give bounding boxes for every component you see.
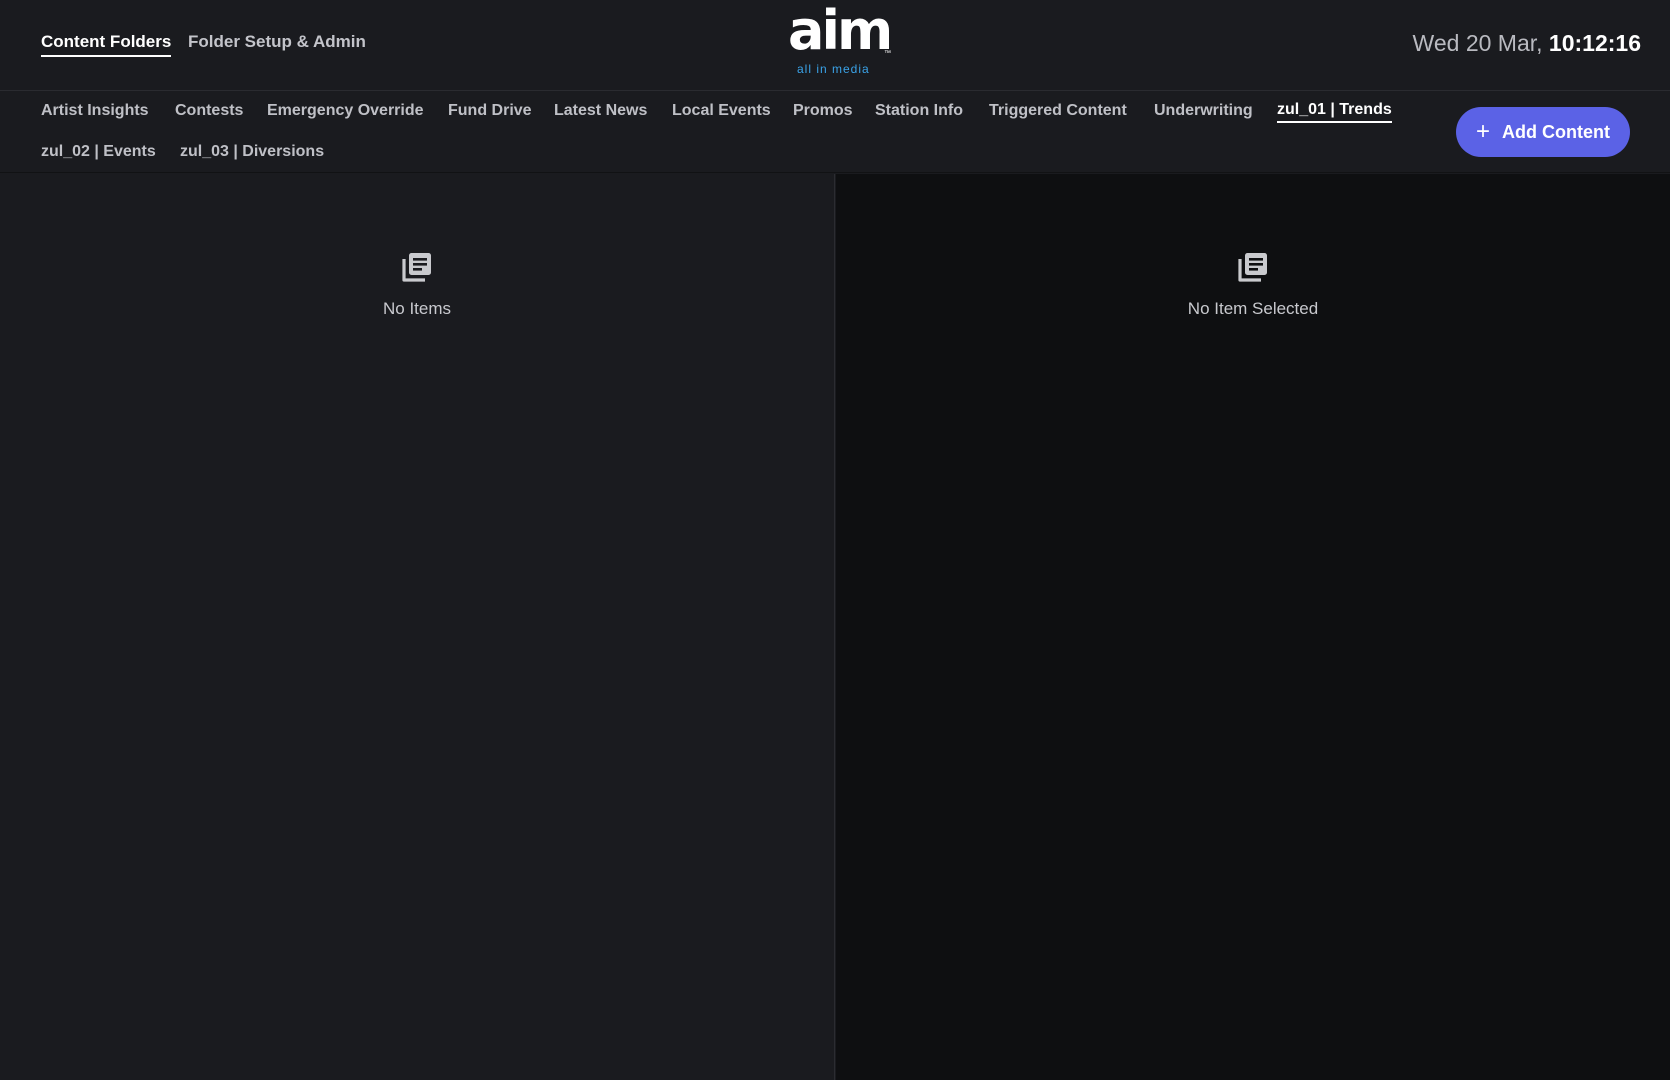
app-window: Content Folders Folder Setup & Admin aim… (0, 0, 1670, 1080)
add-content-button[interactable]: + Add Content (1456, 107, 1630, 157)
clock: Wed 20 Mar, 10:12:16 (1413, 30, 1641, 57)
folder-tab-underwriting[interactable]: Underwriting (1154, 102, 1253, 122)
tab-folder-setup-admin[interactable]: Folder Setup & Admin (188, 32, 366, 55)
add-content-label: Add Content (1502, 121, 1610, 142)
top-header: Content Folders Folder Setup & Admin aim… (0, 0, 1670, 91)
item-detail-panel: No Item Selected (836, 174, 1670, 1080)
empty-state: No Item Selected (836, 250, 1670, 319)
document-list-icon (402, 253, 431, 282)
folder-tab-artist-insights[interactable]: Artist Insights (41, 102, 149, 122)
folder-tab-station-info[interactable]: Station Info (875, 102, 963, 122)
document-list-icon (1238, 253, 1267, 282)
logo-trademark: ™ (884, 50, 891, 57)
tab-content-folders[interactable]: Content Folders (41, 32, 172, 57)
folder-tab-fund-drive[interactable]: Fund Drive (448, 102, 532, 122)
clock-time: 10:12:16 (1548, 30, 1641, 56)
no-item-selected-text: No Item Selected (1187, 299, 1319, 318)
no-items-text: No Items (382, 299, 452, 318)
logo-word: aim (788, 0, 893, 62)
clock-date: Wed 20 Mar, (1412, 30, 1543, 56)
folder-tab-triggered-content[interactable]: Triggered Content (989, 102, 1127, 122)
folder-tab-promos[interactable]: Promos (793, 102, 853, 122)
logo-subtitle: all in media (797, 62, 870, 76)
empty-state: No Items (0, 250, 834, 319)
folder-tab-zul02-events[interactable]: zul_02 | Events (41, 143, 156, 163)
plus-icon: + (1476, 118, 1491, 145)
folder-tab-emergency-override[interactable]: Emergency Override (267, 102, 424, 122)
aim-logo: aim ™ all in media (780, 4, 893, 78)
folder-tab-zul03-diversions[interactable]: zul_03 | Diversions (180, 143, 324, 163)
folder-tab-latest-news[interactable]: Latest News (554, 102, 647, 122)
item-list-panel: No Items (0, 174, 835, 1080)
folder-tabs-bar: Artist Insights Contests Emergency Overr… (0, 91, 1670, 173)
folder-tab-local-events[interactable]: Local Events (672, 102, 771, 122)
folder-tab-zul01-trends[interactable]: zul_01 | Trends (1277, 101, 1392, 123)
folder-tab-contests[interactable]: Contests (175, 102, 243, 122)
